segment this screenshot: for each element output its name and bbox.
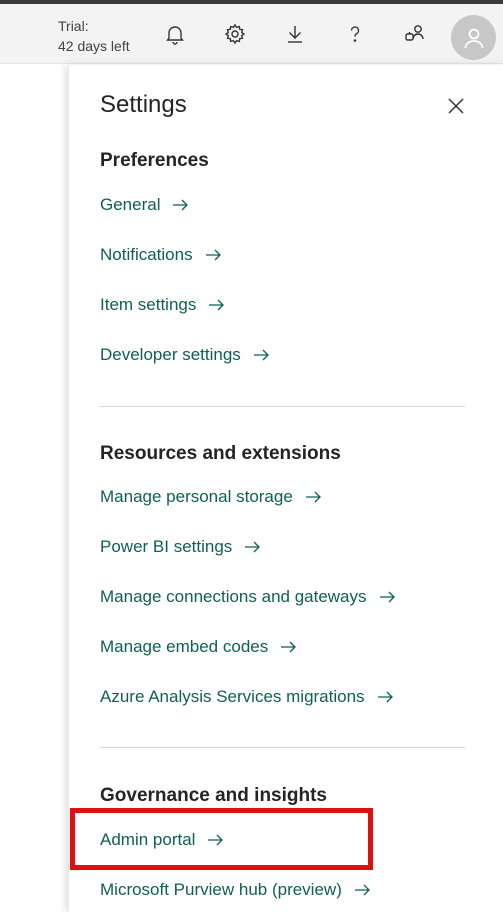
link-label: Power BI settings [100, 537, 233, 556]
link-item-settings[interactable]: Item settings [100, 295, 225, 315]
link-label: Notifications [100, 245, 193, 264]
settings-panel: Settings Preferences General Notificatio… [68, 65, 503, 912]
link-microsoft-purview-hub[interactable]: Microsoft Purview hub (preview) [100, 880, 370, 900]
link-general[interactable]: General [100, 195, 189, 215]
link-label: Manage personal storage [100, 487, 293, 506]
resources-heading: Resources and extensions [100, 443, 341, 464]
link-manage-embed-codes[interactable]: Manage embed codes [100, 637, 297, 657]
arrow-right-icon [172, 199, 189, 211]
link-label: Developer settings [100, 345, 241, 364]
help-button[interactable] [341, 20, 369, 48]
download-icon [288, 26, 302, 43]
arrow-right-icon [379, 591, 395, 603]
trial-label: Trial: [58, 18, 89, 34]
link-label: Manage embed codes [100, 637, 269, 656]
link-power-bi-settings[interactable]: Power BI settings [100, 537, 261, 557]
download-button[interactable] [281, 20, 309, 48]
close-icon [448, 98, 464, 114]
link-azure-analysis-services-migrations[interactable]: Azure Analysis Services migrations [100, 687, 393, 707]
arrow-right-icon [244, 541, 261, 553]
link-manage-personal-storage[interactable]: Manage personal storage [100, 487, 321, 507]
preferences-heading: Preferences [100, 150, 209, 171]
share-people-button[interactable] [401, 20, 429, 48]
arrow-right-icon [377, 691, 393, 703]
settings-button[interactable] [221, 20, 249, 48]
person-icon [464, 28, 483, 48]
link-label: Manage connections and gateways [100, 587, 367, 606]
trial-days-left: 42 days left [58, 38, 130, 54]
highlight-box [70, 808, 373, 870]
link-developer-settings[interactable]: Developer settings [100, 345, 269, 365]
bell-icon [166, 26, 184, 45]
link-label: Azure Analysis Services migrations [100, 687, 365, 706]
panel-title: Settings [100, 91, 187, 118]
share-icon [405, 25, 424, 41]
page-background [0, 65, 68, 912]
help-icon [350, 26, 360, 42]
arrow-right-icon [354, 884, 370, 896]
trial-status: Trial: 42 days left [58, 16, 130, 56]
link-label: Item settings [100, 295, 197, 314]
arrow-right-icon [253, 349, 269, 361]
link-label: Microsoft Purview hub (preview) [100, 880, 342, 899]
link-notifications[interactable]: Notifications [100, 245, 221, 265]
arrow-right-icon [208, 299, 225, 311]
link-label: General [100, 195, 161, 214]
arrow-right-icon [305, 491, 321, 503]
arrow-right-icon [205, 249, 221, 261]
arrow-right-icon [280, 641, 297, 653]
governance-heading: Governance and insights [100, 785, 327, 806]
gear-icon [224, 23, 246, 45]
link-manage-connections-gateways[interactable]: Manage connections and gateways [100, 587, 395, 607]
avatar[interactable] [451, 15, 496, 60]
top-bar: Trial: 42 days left [0, 4, 503, 64]
divider [100, 747, 465, 748]
divider [100, 406, 465, 407]
close-button[interactable] [445, 95, 467, 117]
notifications-button[interactable] [161, 20, 189, 48]
